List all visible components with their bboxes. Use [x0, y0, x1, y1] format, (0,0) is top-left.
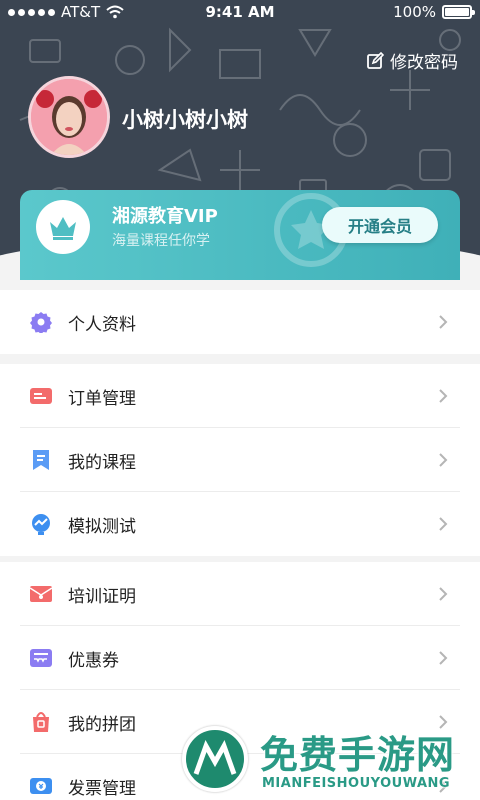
vip-card[interactable]: 湘源教育VIP 海量课程任你学 开通会员	[20, 190, 460, 280]
menu-item-label: 我的拼团	[68, 714, 136, 735]
menu-item-label: 模拟测试	[68, 516, 136, 537]
invoice-icon	[30, 775, 52, 797]
menu-item-coupons[interactable]: 优惠券	[0, 626, 480, 690]
crown-icon	[36, 200, 90, 254]
menu-item-personal-info[interactable]: 个人资料	[0, 290, 480, 354]
menu-group-learning: 订单管理 我的课程 模拟测试	[0, 364, 480, 556]
vip-title: 湘源教育VIP	[112, 206, 218, 227]
avatar[interactable]	[28, 76, 110, 158]
chevron-right-icon	[439, 315, 448, 329]
order-icon	[30, 385, 52, 407]
edit-password-label: 修改密码	[390, 53, 458, 73]
chevron-right-icon	[439, 517, 448, 531]
watermark-logo-icon	[182, 726, 248, 792]
menu-item-my-courses[interactable]: 我的课程	[0, 428, 480, 492]
chevron-right-icon	[439, 389, 448, 403]
battery-icon	[442, 5, 475, 19]
watermark: 免费手游网 MIANFEISHOUYOUWANG	[182, 722, 480, 800]
chevron-right-icon	[439, 587, 448, 601]
battery-percent: 100%	[393, 3, 436, 21]
menu-group-profile: 个人资料	[0, 290, 480, 354]
test-icon	[30, 513, 52, 535]
menu-item-mock-test[interactable]: 模拟测试	[0, 492, 480, 556]
group-buy-icon	[30, 711, 52, 733]
certificate-icon	[30, 583, 52, 605]
bookmark-icon	[30, 449, 52, 471]
watermark-sub-text: MIANFEISHOUYOUWANG	[262, 776, 451, 791]
menu-item-certificate[interactable]: 培训证明	[0, 562, 480, 626]
profile-page: AT&T 9:41 AM 100% 修改密码 小树小树小树 湘源教育VIP 海量…	[0, 0, 480, 800]
vip-subtitle: 海量课程任你学	[112, 233, 210, 249]
menu-item-label: 优惠券	[68, 650, 119, 671]
gear-icon	[30, 311, 52, 333]
menu-item-label: 订单管理	[68, 388, 136, 409]
menu-item-orders[interactable]: 订单管理	[0, 364, 480, 428]
chevron-right-icon	[439, 651, 448, 665]
status-bar: AT&T 9:41 AM 100%	[0, 0, 480, 24]
menu-item-label: 培训证明	[68, 586, 136, 607]
edit-icon	[367, 51, 384, 69]
avatar-image	[31, 79, 107, 155]
open-membership-button[interactable]: 开通会员	[322, 207, 438, 243]
watermark-main-text: 免费手游网	[260, 733, 456, 777]
menu-item-label: 我的课程	[68, 452, 136, 473]
coupon-icon	[30, 647, 52, 669]
chevron-right-icon	[439, 453, 448, 467]
username: 小树小树小树	[122, 108, 248, 132]
edit-password-button[interactable]: 修改密码	[366, 48, 458, 73]
menu-item-label: 个人资料	[68, 314, 136, 335]
menu-item-label: 发票管理	[68, 778, 136, 799]
